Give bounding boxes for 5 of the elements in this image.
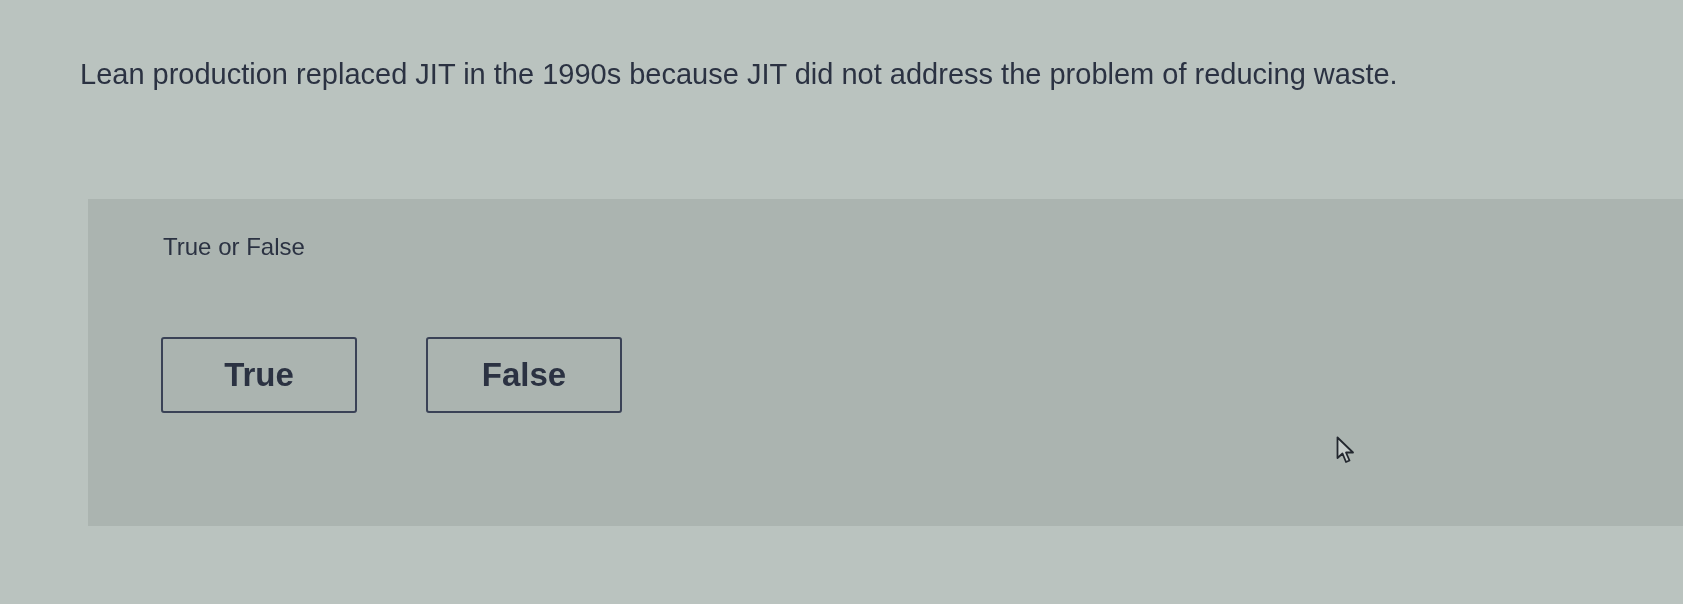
prompt-text: True or False — [163, 232, 305, 262]
mouse-pointer-icon — [1336, 436, 1356, 464]
answer-option[interactable]: True — [161, 337, 357, 413]
answer-option[interactable]: False — [426, 337, 622, 413]
question-text: Lean production replaced JIT in the 1990s because JIT did not address the problem of reducing waste. — [80, 57, 1398, 92]
